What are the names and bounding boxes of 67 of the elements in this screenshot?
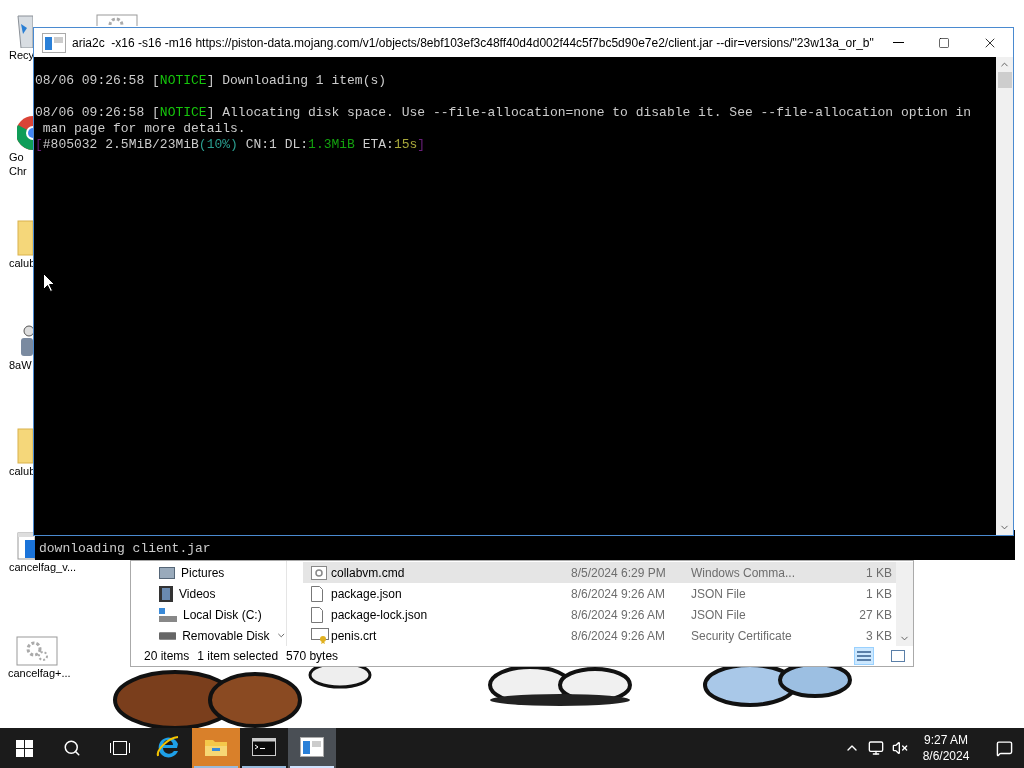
drive-icon bbox=[159, 631, 177, 640]
browser-e-icon bbox=[155, 734, 181, 760]
certificate-icon bbox=[311, 627, 329, 644]
tiles-view-button[interactable] bbox=[888, 647, 908, 665]
console-line: man page for more details. bbox=[41, 121, 246, 136]
network-icon[interactable] bbox=[868, 740, 884, 756]
file-size: 27 KB bbox=[858, 606, 892, 624]
icon-label[interactable]: Recy bbox=[9, 48, 35, 62]
scroll-thumb[interactable] bbox=[997, 72, 1012, 88]
maximize-icon bbox=[938, 36, 950, 49]
window-icon bbox=[300, 737, 324, 757]
taskbar-app[interactable] bbox=[288, 728, 336, 768]
scrollbar[interactable] bbox=[896, 562, 913, 646]
recycle-bin-icon bbox=[17, 12, 33, 48]
nav-item[interactable]: Pictures bbox=[159, 562, 286, 583]
console-text: downloading client.jar bbox=[39, 541, 211, 557]
mouse-cursor-icon bbox=[43, 273, 55, 292]
drive-icon bbox=[159, 607, 177, 622]
nav-item[interactable]: Local Disk (C:) bbox=[159, 604, 286, 625]
file-date: 8/5/2024 6:29 PM bbox=[571, 564, 667, 582]
notifications-icon bbox=[995, 739, 1013, 757]
file-size: 1 KB bbox=[865, 564, 892, 582]
status-text: 20 items bbox=[144, 648, 190, 665]
status-text: 1 item selected bbox=[197, 648, 279, 665]
file-name: penis.crt bbox=[331, 627, 378, 645]
file-type: JSON File bbox=[691, 585, 747, 603]
terminal-icon bbox=[252, 738, 276, 756]
console-line: [#805032 2.5MiB/23MiB(10%) CN:1 DL:1.3MiB ETA:15s] bbox=[35, 137, 426, 152]
file-size: 3 KB bbox=[865, 627, 892, 645]
status-text: 570 bytes bbox=[286, 648, 339, 665]
icon-label[interactable]: cancelfag_v... bbox=[9, 560, 77, 574]
console-line: 08/06 09:26:58 [NOTICE] Downloading 1 item(s) bbox=[35, 73, 387, 88]
file-type: Security Certificate bbox=[691, 627, 793, 645]
window-title: aria2c -x16 -s16 -m16 https://piston-data.mojang.com/v1/objects/8ebf103ef3c48ff40d4d002f44c5f7bc5d90e7e2/client.jar --dir=versions/"23w13a_or_b" bbox=[72, 34, 875, 52]
file-type: JSON File bbox=[691, 606, 747, 624]
file-row[interactable]: collabvm.cmd 8/5/2024 6:29 PM Windows Comma... 1 KB bbox=[303, 562, 896, 583]
icon-label[interactable]: 8aW bbox=[9, 358, 32, 372]
icon-label[interactable]: Go bbox=[9, 150, 24, 164]
folder-icon bbox=[204, 737, 228, 757]
windows-logo-icon bbox=[15, 739, 33, 757]
task-view-icon bbox=[109, 740, 131, 756]
clock[interactable]: 9:27 AM 8/6/2024 bbox=[908, 728, 984, 768]
document-icon bbox=[311, 585, 323, 602]
document-icon bbox=[311, 606, 323, 623]
minimize-icon bbox=[892, 42, 904, 43]
file-name: package-lock.json bbox=[331, 606, 429, 624]
icon-label[interactable]: Chr bbox=[9, 164, 27, 178]
console-line: 08/06 09:26:58 [NOTICE] Allocating disk space. Use --file-allocation=none to disable it. See --file-allocation option in bbox=[35, 105, 972, 120]
nav-item[interactable]: Videos bbox=[159, 583, 286, 604]
gear-file-icon bbox=[311, 565, 327, 580]
details-view-button[interactable] bbox=[854, 647, 874, 665]
window-icon bbox=[42, 32, 66, 53]
file-date: 8/6/2024 9:26 AM bbox=[571, 627, 667, 645]
film-icon bbox=[159, 585, 173, 602]
icon-label[interactable]: cancelfag+... bbox=[8, 666, 71, 680]
search-icon bbox=[63, 739, 81, 757]
file-date: 8/6/2024 9:26 AM bbox=[571, 585, 667, 603]
gears-icon bbox=[16, 636, 58, 666]
scrollbar[interactable] bbox=[996, 57, 1013, 535]
file-name: collabvm.cmd bbox=[331, 564, 406, 582]
file-type: Windows Comma... bbox=[691, 564, 797, 582]
nav-item[interactable]: Removable Disk bbox=[159, 625, 286, 646]
file-date: 8/6/2024 9:26 AM bbox=[571, 606, 667, 624]
file-size: 1 KB bbox=[865, 585, 892, 603]
pictures-icon bbox=[159, 566, 175, 579]
muted-speaker-icon[interactable] bbox=[892, 740, 908, 756]
file-name: package.json bbox=[331, 585, 403, 603]
